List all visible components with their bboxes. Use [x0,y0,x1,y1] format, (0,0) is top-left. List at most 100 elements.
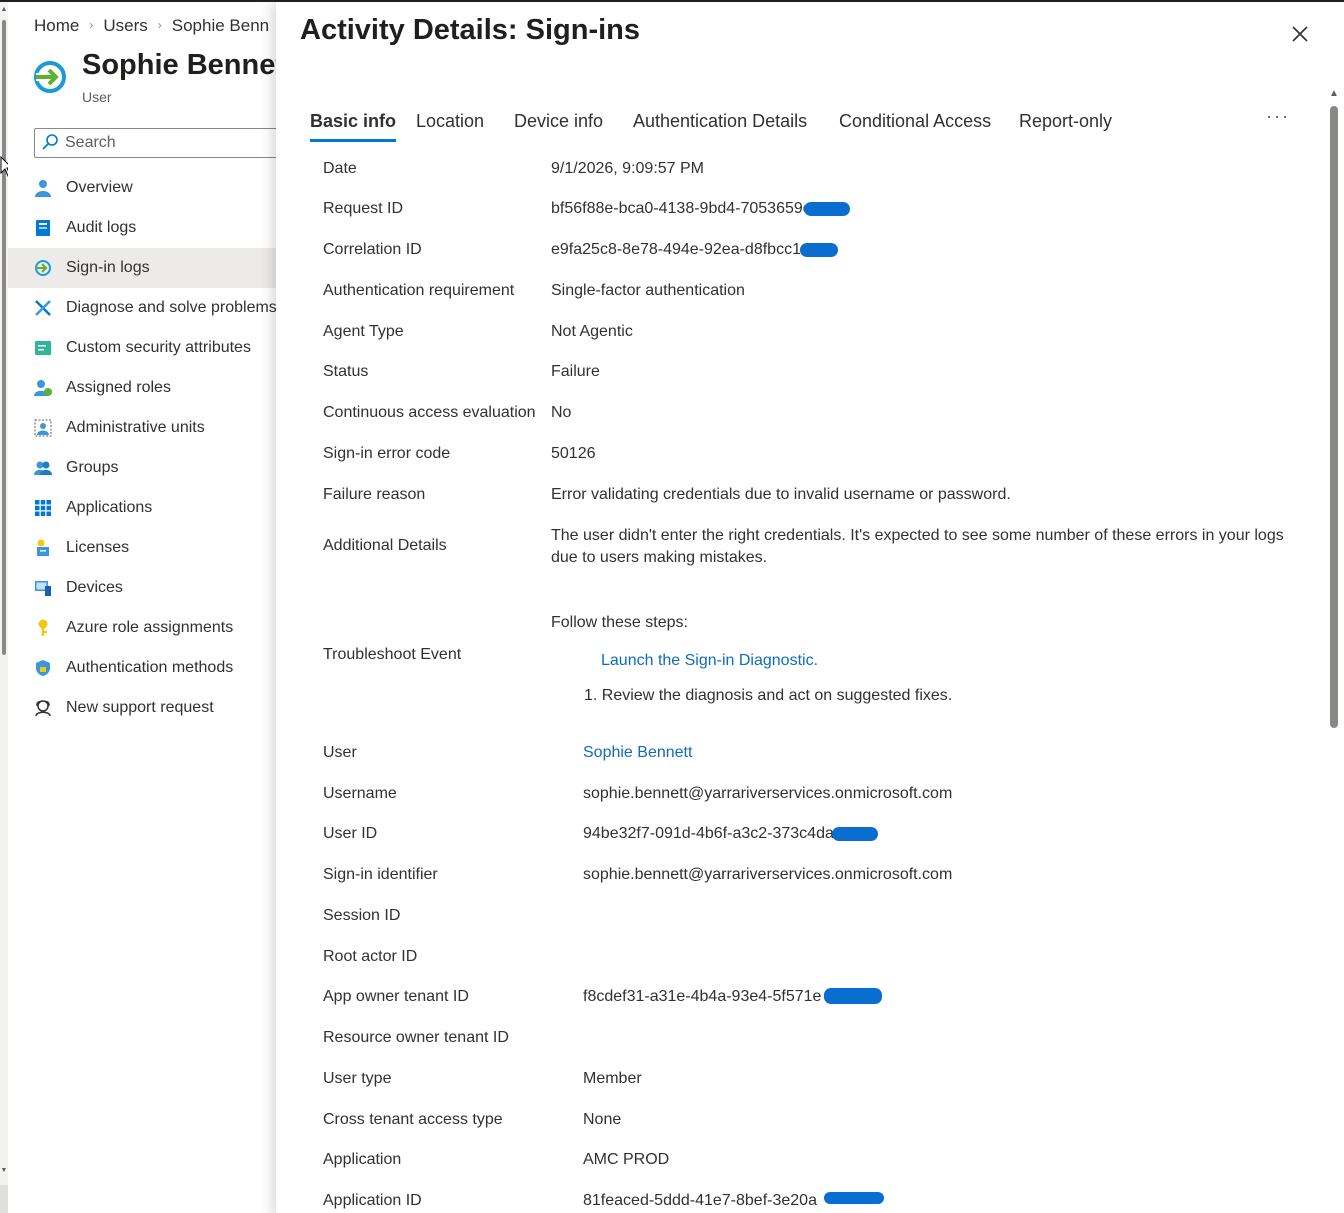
additional-details-label: Additional Details [323,537,447,554]
application-id-label: Application ID [323,1192,422,1209]
breadcrumb: Home › Users › Sophie Benn [34,16,269,36]
search-box[interactable] [34,128,276,158]
redaction-mark [824,988,882,1004]
agent-type-value: Not Agentic [551,323,633,340]
signin-identifier-value: sophie.bennett@yarrariverservices.onmicr… [583,866,953,883]
app-owner-tenant-value: f8cdef31-a31e-4b4a-93e4-5f571e [583,988,822,1005]
sidebar-item-licenses[interactable]: Licenses [8,528,276,568]
cae-value: No [551,404,572,421]
status-label: Status [323,363,369,380]
page-subtitle: User [82,89,112,105]
sidebar-item-groups[interactable]: Groups [8,448,276,488]
sidebar-item-label: Groups [66,459,119,476]
user-blade: Home › Users › Sophie Benn Sophie Bennet Use… [8,2,276,1213]
scroll-up-arrow-icon[interactable]: ▲ [1329,88,1339,99]
redaction-mark [800,243,838,257]
status-value: Failure [551,363,600,380]
licenses-icon [37,539,49,556]
support-icon [35,700,51,717]
cross-tenant-value: None [583,1111,622,1128]
sidebar-item-sign-in-logs[interactable]: Sign-in logs [8,248,276,288]
scrollbar-corner [0,1185,8,1213]
sidebar-nav: Overview Audit logs Sign-in logs Diagnos… [8,168,276,728]
user-type-label: User type [323,1070,392,1087]
panel-scrollbar[interactable]: ▲ [1328,88,1340,1213]
date-value: 9/1/2026, 9:09:57 PM [551,160,704,177]
error-code-label: Sign-in error code [323,445,451,462]
troubleshoot-label: Troubleshoot Event [323,646,462,663]
panel-title: Activity Details: Sign-ins [300,14,641,46]
auth-requirement-value: Single-factor authentication [551,282,745,299]
sidebar-item-label: Devices [66,579,123,596]
cae-label: Continuous access evaluation [323,404,536,421]
root-actor-label: Root actor ID [323,948,418,965]
sidebar-item-assigned-roles[interactable]: Assigned roles [8,368,276,408]
tab-location[interactable]: Location [416,102,484,140]
breadcrumb-user[interactable]: Sophie Benn [172,16,269,35]
sidebar-item-label: Custom security attributes [66,339,251,356]
assigned-roles-icon [34,380,52,396]
sidebar-item-label: Licenses [66,539,130,556]
administrative-units-icon [34,419,52,437]
sidebar-item-label: Azure role assignments [66,619,234,636]
breadcrumb-home[interactable]: Home [34,16,79,35]
sign-in-logs-icon [35,260,51,276]
user-type-value: Member [583,1070,642,1087]
cross-tenant-label: Cross tenant access type [323,1111,503,1128]
search-icon [42,134,58,150]
tab-conditional-access[interactable]: Conditional Access [839,102,991,140]
application-label: Application [323,1151,402,1168]
username-label: Username [323,785,397,802]
user-id-label: User ID [323,825,378,842]
tab-authentication-details[interactable]: Authentication Details [633,102,807,140]
request-id-value: bf56f88e-bca0-4138-9bd4-7053659c [551,200,811,217]
sidebar-item-custom-security[interactable]: Custom security attributes [8,328,276,368]
activity-details-panel: Activity Details: Sign-ins Basic info Lo… [276,2,1344,1213]
sidebar-item-overview[interactable]: Overview [8,168,276,208]
devices-icon [35,581,51,596]
sidebar-item-audit-logs[interactable]: Audit logs [8,208,276,248]
follow-steps-text: Follow these steps: [551,614,688,631]
scrollbar-thumb[interactable] [1330,106,1338,728]
breadcrumb-users[interactable]: Users [103,16,147,35]
sidebar-item-applications[interactable]: Applications [8,488,276,528]
tab-device-info[interactable]: Device info [514,102,603,140]
launch-diagnostic-link[interactable]: Launch the Sign-in Diagnostic. [601,652,818,670]
scroll-down-arrow-icon[interactable]: ▼ [0,1167,8,1175]
sidebar-item-new-support-request[interactable]: New support request [8,688,276,728]
diagnose-icon [35,300,51,316]
user-id-value: 94be32f7-091d-4b6f-a3c2-373c4da [583,825,834,842]
agent-type-label: Agent Type [323,323,404,340]
sidebar-item-authentication-methods[interactable]: Authentication methods [8,648,276,688]
error-code-value: 50126 [551,445,596,462]
search-input[interactable] [65,131,276,155]
scrollbar-thumb[interactable] [2,20,6,655]
page-scrollbar[interactable]: ▲ ▼ [0,2,8,1213]
sidebar-item-label: Audit logs [66,219,137,236]
scroll-up-arrow-icon[interactable]: ▲ [0,6,8,14]
page-title: Sophie Bennet [82,49,276,81]
sidebar-item-azure-role-assignments[interactable]: Azure role assignments [8,608,276,648]
user-link[interactable]: Sophie Bennett [583,744,692,762]
audit-logs-icon [36,220,50,236]
sidebar-item-label: Applications [66,499,153,516]
sidebar-item-diagnose[interactable]: Diagnose and solve problems [8,288,276,328]
sidebar-item-administrative-units[interactable]: Administrative units [8,408,276,448]
sidebar-item-label: New support request [66,699,214,716]
sidebar-item-devices[interactable]: Devices [8,568,276,608]
chevron-right-icon: › [157,18,162,32]
session-id-label: Session ID [323,907,401,924]
tab-basic-info[interactable]: Basic info [310,102,397,142]
tab-report-only[interactable]: Report-only [1019,102,1112,140]
custom-security-icon [35,341,51,355]
failure-reason-label: Failure reason [323,486,426,503]
groups-icon [34,461,52,475]
user-label: User [323,744,357,761]
close-icon[interactable] [1286,20,1314,48]
additional-details-value: The user didn't enter the right credenti… [551,527,1284,566]
failure-reason-value: Error validating credentials due to inva… [551,486,1011,503]
more-options-icon[interactable]: ··· [1266,106,1290,127]
correlation-id-label: Correlation ID [323,241,422,258]
sidebar-item-label: Diagnose and solve problems [66,299,276,316]
auth-requirement-label: Authentication requirement [323,282,515,299]
